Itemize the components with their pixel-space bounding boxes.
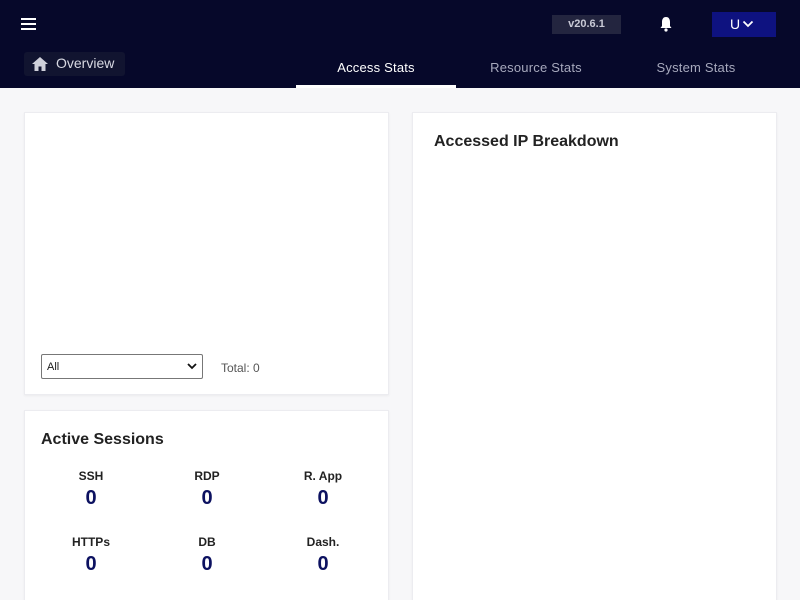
top-bar: v20.6.1 U Overview Access Stats Resource…	[0, 0, 800, 88]
stat-value: 0	[201, 487, 213, 509]
user-initial: U	[730, 16, 741, 32]
ip-breakdown-card: Accessed IP Breakdown	[412, 112, 777, 600]
version-badge: v20.6.1	[552, 15, 621, 34]
chevron-down-icon	[187, 363, 197, 370]
user-menu-button[interactable]: U	[712, 12, 776, 37]
stat-value: 0	[317, 487, 329, 509]
stat-label: Dash.	[306, 535, 340, 549]
stat-label: RDP	[194, 469, 220, 483]
stat-https: HTTPs 0	[51, 535, 131, 576]
bell-icon[interactable]	[658, 15, 674, 33]
overview-breadcrumb[interactable]: Overview	[24, 52, 125, 76]
tab-system-stats[interactable]: System Stats	[616, 60, 776, 88]
active-sessions-title: Active Sessions	[41, 431, 164, 448]
stat-label: DB	[198, 535, 216, 549]
stat-dashboard: Dash. 0	[283, 535, 363, 576]
overview-label: Overview	[56, 55, 115, 71]
tab-resource-stats[interactable]: Resource Stats	[456, 60, 616, 88]
tab-access-stats[interactable]: Access Stats	[296, 60, 456, 88]
stat-value: 0	[85, 553, 97, 575]
stat-label: HTTPs	[71, 535, 110, 549]
home-icon	[32, 57, 48, 71]
stat-label: SSH	[78, 469, 104, 483]
total-count: Total: 0	[221, 361, 260, 375]
stat-rdp: RDP 0	[167, 469, 247, 510]
stat-value: 0	[201, 553, 213, 575]
stat-ssh: SSH 0	[51, 469, 131, 510]
session-type-select-value: All	[47, 361, 60, 373]
stat-value: 0	[317, 553, 329, 575]
stat-remote-app: R. App 0	[283, 469, 363, 510]
session-type-select[interactable]: All	[41, 354, 203, 379]
access-chart-card: All Total: 0	[24, 112, 389, 395]
ip-breakdown-title: Accessed IP Breakdown	[434, 133, 619, 150]
stat-db: DB 0	[167, 535, 247, 576]
active-sessions-card: Active Sessions SSH 0 RDP 0 R. App 0 HTT…	[24, 410, 389, 600]
chevron-down-icon	[742, 20, 754, 28]
stat-label: R. App	[303, 469, 343, 483]
stat-value: 0	[85, 487, 97, 509]
menu-icon[interactable]	[18, 14, 42, 34]
